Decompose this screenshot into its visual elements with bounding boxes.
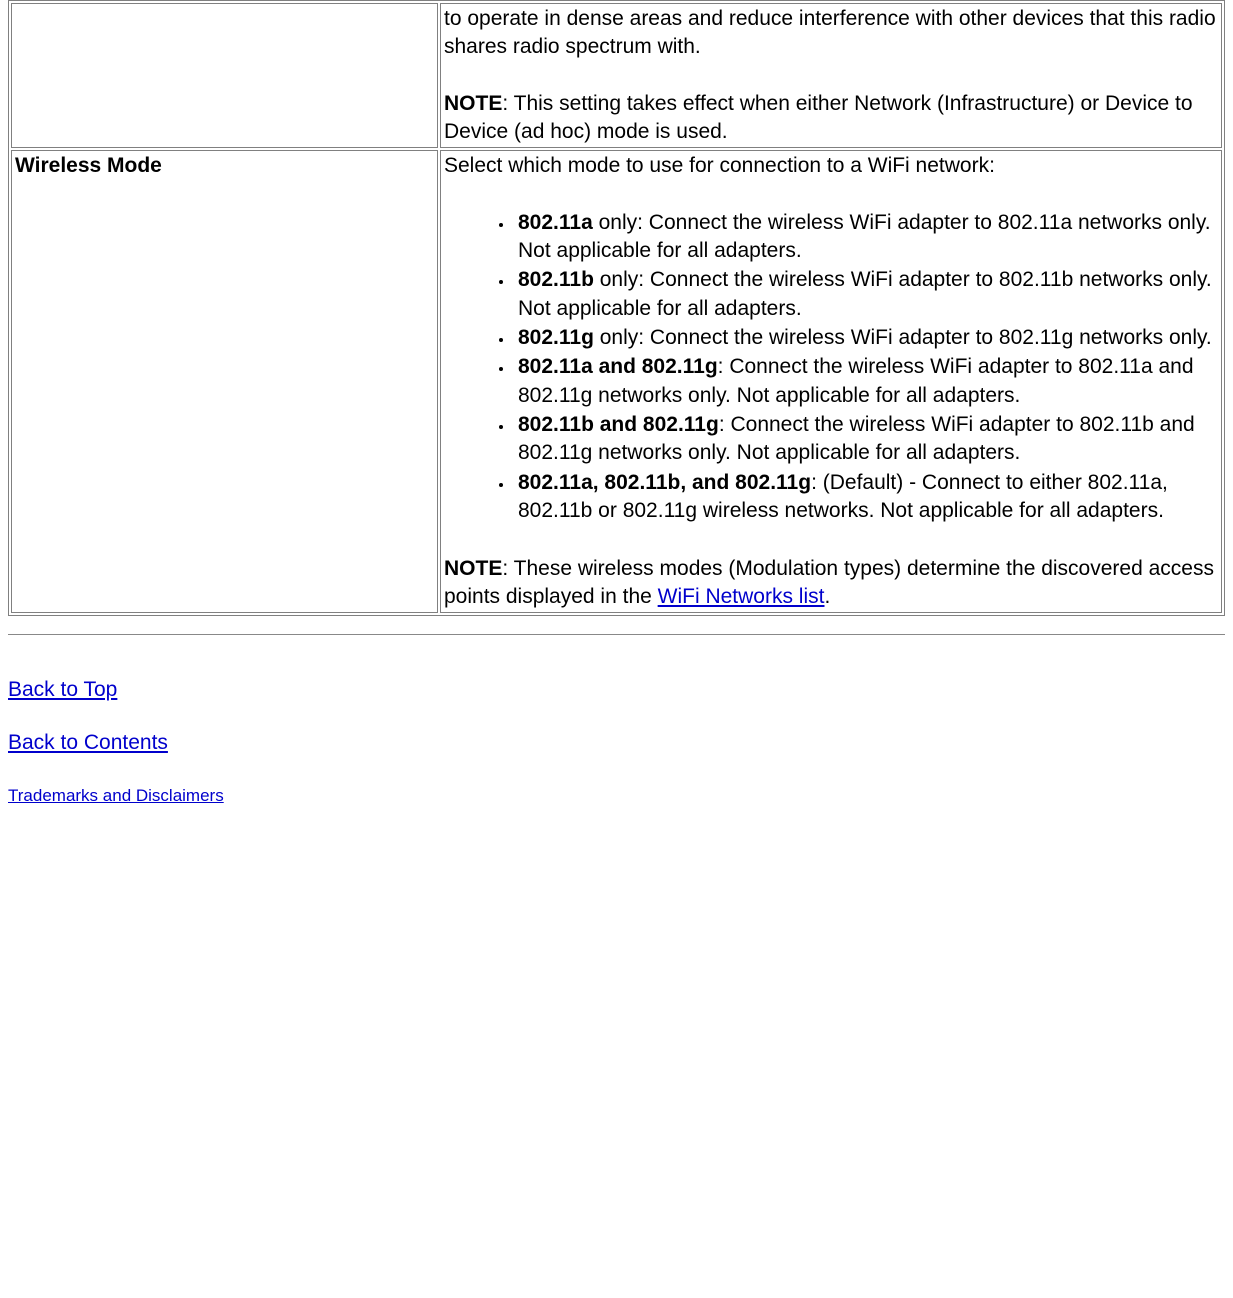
mode-name: 802.11a, 802.11b, and 802.11g [518, 471, 811, 494]
mode-desc: only: Connect the wireless WiFi adapter … [594, 326, 1212, 349]
wifi-networks-list-link[interactable]: WiFi Networks list [658, 585, 825, 608]
trademarks-link[interactable]: Trademarks and Disclaimers [8, 786, 224, 805]
list-item: 802.11a and 802.11g: Connect the wireles… [514, 353, 1218, 410]
back-to-contents-link[interactable]: Back to Contents [8, 731, 168, 754]
setting-name-cell [11, 3, 438, 148]
list-item: 802.11g only: Connect the wireless WiFi … [514, 324, 1218, 352]
mode-list: 802.11a only: Connect the wireless WiFi … [492, 209, 1218, 526]
table-row: to operate in dense areas and reduce int… [11, 3, 1222, 148]
setting-description-cell: to operate in dense areas and reduce int… [440, 3, 1222, 148]
mode-name: 802.11a [518, 211, 593, 234]
table-row: Wireless Mode Select which mode to use f… [11, 150, 1222, 613]
description-text: to operate in dense areas and reduce int… [444, 5, 1218, 62]
settings-table: to operate in dense areas and reduce int… [8, 0, 1225, 616]
footer-links: Back to Top Back to Contents Trademarks … [8, 676, 1225, 809]
back-to-top-link[interactable]: Back to Top [8, 678, 117, 701]
note-label: NOTE [444, 557, 502, 580]
list-item: 802.11a, 802.11b, and 802.11g: (Default)… [514, 469, 1218, 526]
mode-name: 802.11b and 802.11g [518, 413, 719, 436]
mode-desc: only: Connect the wireless WiFi adapter … [518, 268, 1212, 319]
setting-description-cell: Select which mode to use for connection … [440, 150, 1222, 613]
note-text: : This setting takes effect when either … [444, 92, 1193, 143]
list-item: 802.11b only: Connect the wireless WiFi … [514, 266, 1218, 323]
mode-name: 802.11g [518, 326, 594, 349]
note-paragraph: NOTE: These wireless modes (Modulation t… [444, 555, 1218, 612]
mode-desc: only: Connect the wireless WiFi adapter … [518, 211, 1211, 262]
note-label: NOTE [444, 92, 502, 115]
setting-name-cell: Wireless Mode [11, 150, 438, 613]
note-paragraph: NOTE: This setting takes effect when eit… [444, 90, 1218, 147]
horizontal-rule [8, 634, 1225, 636]
list-item: 802.11a only: Connect the wireless WiFi … [514, 209, 1218, 266]
mode-name: 802.11b [518, 268, 594, 291]
mode-name: 802.11a and 802.11g [518, 355, 718, 378]
note-text-after: . [824, 585, 830, 608]
list-item: 802.11b and 802.11g: Connect the wireles… [514, 411, 1218, 468]
intro-text: Select which mode to use for connection … [444, 152, 1218, 180]
